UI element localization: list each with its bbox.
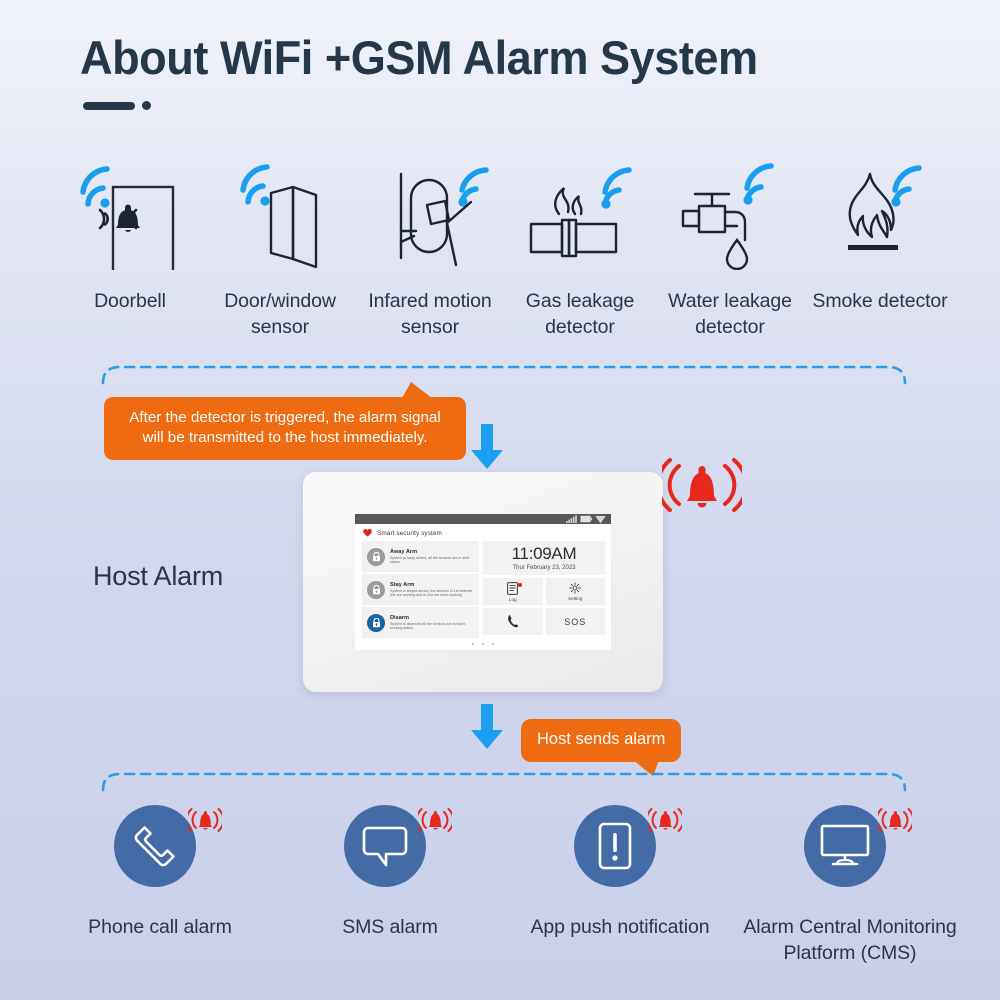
output-label: Phone call alarm (88, 916, 232, 938)
device-status-bar (355, 514, 611, 524)
arrow-down-to-host (470, 424, 504, 475)
page-dot[interactable] (472, 643, 474, 645)
output-label: App push notification (530, 916, 710, 938)
unlock-icon (367, 613, 385, 632)
dashed-bracket-top (98, 363, 910, 385)
heart-icon (363, 529, 372, 537)
clock-date: Thur February 23, 2023 (512, 565, 576, 571)
sensor-item-gas-leakage-detector: Gas leakage detector (505, 160, 655, 341)
gear-icon (569, 582, 581, 594)
arm-mode-stay[interactable]: Stay Arm System is stayed armed, the sen… (362, 574, 479, 605)
wifi-icon (595, 515, 606, 523)
alarm-bell-icon (645, 807, 685, 838)
callout-text: After the detector is triggered, the ala… (129, 409, 441, 447)
alarm-bell-icon (415, 807, 455, 838)
output-label: SMS alarm (342, 916, 438, 938)
arm-mode-title: Disarm (390, 614, 409, 621)
page-title: About WiFi +GSM Alarm System (80, 31, 758, 84)
accent-dot (142, 101, 151, 110)
device-brand-text: Smart security system (377, 529, 442, 537)
output-label: Alarm Central Monitoring Platform (CMS) (743, 916, 957, 965)
dashed-bracket-bottom (98, 770, 910, 792)
page-header: About WiFi +GSM Alarm System (80, 30, 786, 110)
device-button-sos[interactable]: SOS (545, 608, 605, 635)
sensor-item-door-window-sensor: Door/window sensor (205, 160, 355, 341)
arm-mode-title: Away Arm (390, 548, 418, 555)
arm-mode-description: System is away armed, all the sensors ar… (390, 555, 470, 565)
battery-icon (580, 515, 592, 523)
sensor-label: Doorbell (94, 290, 166, 312)
output-item-cms: Alarm Central Monitoring Platform (CMS) (740, 805, 960, 967)
device-button-label: Log (508, 596, 517, 602)
phone-icon (507, 614, 518, 627)
sensor-label: Smoke detector (812, 290, 948, 312)
sensor-label: Water leakage detector (668, 290, 792, 339)
sensor-label: Door/window sensor (224, 290, 336, 339)
device-button-grid: Log Setting SOS (483, 578, 605, 635)
callout-text: Host sends alarm (537, 730, 666, 748)
device-screen-body: Away Arm System is away armed, all the s… (355, 541, 611, 638)
door-window-sensor-icon (225, 160, 335, 270)
device-screen: Smart security system Away Arm System is… (355, 514, 611, 650)
monitor-icon (804, 805, 886, 887)
accent-bar (83, 101, 135, 110)
callout-host-sends-alarm: Host sends alarm (521, 719, 682, 776)
speech-bubble-icon (344, 805, 426, 887)
log-badge (517, 583, 522, 587)
device-brand: Smart security system (355, 524, 611, 541)
page-dot[interactable] (482, 643, 484, 645)
water-leakage-detector-icon (675, 160, 785, 270)
arm-mode-description: System is disarmed,all the sensors are i… (390, 621, 467, 631)
output-channel-list: Phone call alarm SMS alarm App push noti… (50, 805, 960, 967)
log-icon (507, 581, 519, 595)
output-item-app-push-notification: App push notification (510, 805, 730, 967)
arrow-down-to-outputs (470, 704, 504, 755)
phone-handset-icon (114, 805, 196, 887)
arm-mode-list: Away Arm System is away armed, all the s… (362, 541, 479, 638)
output-item-phone-call-alarm: Phone call alarm (50, 805, 270, 967)
sensor-item-doorbell: Doorbell (55, 160, 205, 341)
device-button-label: SOS (564, 616, 587, 627)
gas-leakage-detector-icon (521, 160, 639, 270)
infrared-motion-sensor-icon (370, 160, 490, 270)
alarm-host-device: Smart security system Away Arm System is… (303, 472, 663, 692)
screen-page-dots (355, 638, 611, 645)
alarm-bell-icon (185, 807, 225, 838)
arm-mode-title: Stay Arm (390, 581, 415, 588)
sensor-label: Infared motion sensor (368, 290, 492, 339)
device-button-log[interactable]: Log (483, 578, 543, 605)
sensor-item-infrared-motion-sensor: Infared motion sensor (355, 160, 505, 341)
sensor-item-smoke-detector: Smoke detector (805, 160, 955, 341)
page-dot[interactable] (492, 643, 494, 645)
arm-mode-disarm[interactable]: Disarm System is disarmed,all the sensor… (362, 607, 479, 638)
arm-mode-away[interactable]: Away Arm System is away armed, all the s… (362, 541, 479, 572)
alarm-bell-icon (875, 807, 915, 838)
callout-tail (402, 382, 432, 398)
sensor-list: Doorbell Door/window sensor Infared moti… (55, 160, 955, 341)
device-button-setting[interactable]: Setting (545, 578, 605, 605)
device-clock: 11:09AM Thur February 23, 2023 (483, 541, 605, 575)
output-item-sms-alarm: SMS alarm (280, 805, 500, 967)
lock-icon (367, 547, 385, 566)
doorbell-icon (75, 160, 185, 270)
clock-time: 11:09AM (511, 544, 577, 563)
title-accent (83, 101, 786, 110)
arm-mode-description: System is stayed armed, the sensors in 1… (390, 588, 473, 598)
sensor-label: Gas leakage detector (525, 290, 635, 339)
smoke-detector-icon (825, 160, 935, 270)
host-alarm-label: Host Alarm (93, 561, 224, 591)
smartphone-alert-icon (574, 805, 656, 887)
callout-detector-triggered: After the detector is triggered, the ala… (104, 382, 466, 461)
signal-bars-icon (566, 515, 577, 523)
host-alarm-bell-icon (656, 456, 748, 519)
device-button-label: Setting (568, 596, 583, 601)
device-button-call[interactable] (483, 608, 543, 635)
sensor-item-water-leakage-detector: Water leakage detector (655, 160, 805, 341)
lock-icon (367, 580, 385, 599)
